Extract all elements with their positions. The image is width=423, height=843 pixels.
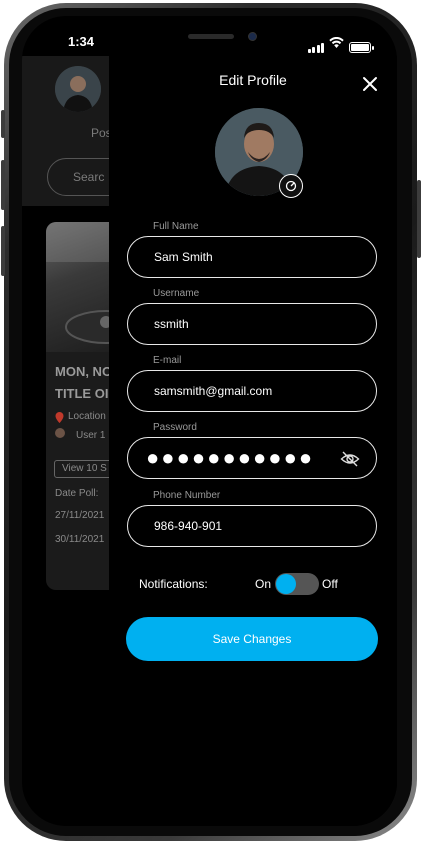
notifications-off-label: Off [322,577,338,591]
full-name-input[interactable] [154,250,344,264]
phone-screen: Pos Searc MON, NO TITLE OI Location User… [22,16,397,826]
user-avatar-icon [55,428,65,438]
volume-down-button [1,226,5,276]
speaker [188,34,234,39]
notifications-label: Notifications: [139,577,208,591]
background-app: Pos Searc MON, NO TITLE OI Location User… [22,56,147,826]
notifications-toggle[interactable] [275,573,319,595]
event-card-title-line2: TITLE OI [55,386,109,401]
full-name-label: Full Name [153,221,199,232]
wifi-icon [329,35,344,53]
battery-icon [349,42,374,53]
edit-photo-icon[interactable] [279,174,303,198]
password-field[interactable]: ●●●●●●●●●●● [127,437,377,479]
mute-switch [1,110,5,138]
username-label: Username [153,288,200,299]
event-card-date-poll-label: Date Poll: [55,488,99,499]
power-button [417,180,421,258]
event-card-user: User 1 [76,430,106,441]
username-input[interactable] [154,317,344,331]
edit-profile-drawer: Edit Profile Full Name Username [109,56,397,826]
phone-input[interactable] [154,519,344,533]
volume-up-button [1,160,5,210]
notifications-row: Notifications: On Off [139,573,379,595]
background-search-placeholder: Searc [73,170,105,184]
password-value[interactable]: ●●●●●●●●●●● [146,447,314,469]
notch [117,16,302,48]
background-header: Pos Searc [22,56,147,206]
location-pin-icon [55,410,64,428]
close-icon[interactable] [360,74,380,94]
save-changes-button[interactable]: Save Changes [126,617,378,661]
event-card-location: Location [68,411,106,422]
toggle-knob [276,574,296,594]
event-card-view-label: View 10 S [62,463,107,474]
event-card-title-line1: MON, NO [55,364,113,379]
email-input[interactable] [154,384,344,398]
full-name-field[interactable] [127,236,377,278]
eye-off-icon[interactable] [340,449,360,469]
event-card-date-2: 30/11/2021 [55,534,105,545]
email-field[interactable] [127,370,377,412]
email-label: E-mail [153,355,182,366]
notifications-on-label: On [255,577,272,591]
front-camera [248,32,257,41]
phone-field[interactable] [127,505,377,547]
password-label: Password [153,422,197,433]
username-field[interactable] [127,303,377,345]
event-card-date-1: 27/11/2021 [55,510,105,521]
page-title: Edit Profile [219,72,287,88]
status-icons [307,35,374,53]
avatar [55,66,101,112]
status-time: 1:34 [68,34,95,49]
signal-icon [307,43,324,53]
phone-label: Phone Number [153,490,221,501]
